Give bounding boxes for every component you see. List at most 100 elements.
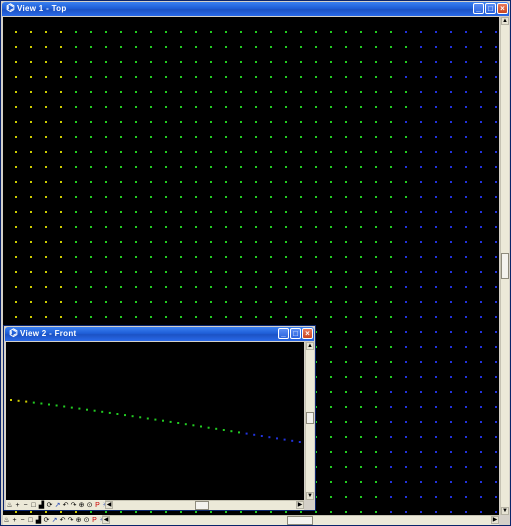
grid-point	[420, 46, 422, 48]
scroll-thumb[interactable]	[306, 412, 314, 424]
zoom-in-icon[interactable]: +	[11, 516, 18, 525]
grid-point	[255, 211, 257, 213]
scroll-up-arrow[interactable]: ▲	[306, 342, 314, 350]
pan-view-icon[interactable]: ↗	[51, 516, 58, 525]
view2-vertical-scrollbar[interactable]: ▲ ▼	[305, 342, 314, 500]
view2-title-bar[interactable]: ⌬ View 2 - Front _ □ ×	[5, 327, 314, 341]
grid-point	[375, 301, 377, 303]
grid-point	[480, 241, 482, 243]
grid-point	[135, 301, 137, 303]
grid-point	[150, 91, 152, 93]
zoom-out-icon[interactable]: −	[22, 501, 29, 510]
camera-settings-icon[interactable]: P	[91, 516, 98, 525]
grid-point	[60, 316, 62, 318]
grid-point	[375, 511, 377, 513]
grid-point	[435, 496, 437, 498]
grid-point	[405, 256, 407, 258]
minimize-button[interactable]: _	[473, 3, 484, 14]
update-view-icon[interactable]: ♨	[3, 516, 10, 525]
view-next-icon[interactable]: ↷	[70, 501, 77, 510]
grid-point	[90, 301, 92, 303]
grid-point	[30, 196, 32, 198]
view2-canvas[interactable]	[6, 342, 304, 500]
view-previous-icon[interactable]: ↶	[59, 516, 66, 525]
view1-horizontal-scrollbar[interactable]: ◀ ▶	[102, 515, 499, 525]
view1-title-bar[interactable]: ⌬ View 1 - Top _ □ ×	[2, 2, 509, 16]
grid-point	[105, 511, 107, 513]
grid-point	[360, 361, 362, 363]
close-button[interactable]: ×	[302, 328, 313, 339]
grid-point	[195, 181, 197, 183]
maximize-button[interactable]: □	[485, 3, 496, 14]
maximize-button[interactable]: □	[290, 328, 301, 339]
grid-point	[60, 226, 62, 228]
grid-point	[435, 46, 437, 48]
grid-point	[495, 271, 497, 273]
view-previous-icon[interactable]: ↶	[62, 501, 69, 510]
copy-view-icon[interactable]: ⊕	[78, 501, 85, 510]
grid-point	[300, 151, 302, 153]
grid-point	[270, 136, 272, 138]
grid-point	[375, 211, 377, 213]
grid-point	[180, 136, 182, 138]
grid-point	[330, 391, 332, 393]
zoom-out-icon[interactable]: −	[19, 516, 26, 525]
grid-point	[465, 511, 467, 513]
microstation-view-icon[interactable]: ⌬	[8, 328, 19, 339]
grid-point	[390, 481, 392, 483]
microstation-view-icon[interactable]: ⌬	[5, 3, 16, 14]
fit-view-icon[interactable]: ▟	[35, 516, 42, 525]
copy-view-icon[interactable]: ⊕	[75, 516, 82, 525]
scroll-up-arrow[interactable]: ▲	[501, 17, 509, 25]
rotate-view-icon[interactable]: ⟳	[43, 516, 50, 525]
grid-point	[315, 91, 317, 93]
profile-point	[200, 425, 202, 428]
scroll-right-arrow[interactable]: ▶	[296, 501, 304, 509]
grid-point	[345, 481, 347, 483]
view-attributes-icon[interactable]: ⊙	[83, 516, 90, 525]
grid-point	[75, 106, 77, 108]
scroll-thumb[interactable]	[195, 501, 209, 510]
scroll-left-arrow[interactable]: ◀	[102, 516, 110, 524]
grid-point	[375, 361, 377, 363]
view1-vertical-scrollbar[interactable]: ▲ ▼	[500, 17, 509, 515]
fit-view-icon[interactable]: ▟	[38, 501, 45, 510]
grid-point	[420, 166, 422, 168]
view-attributes-icon[interactable]: ⊙	[86, 501, 93, 510]
update-view-icon[interactable]: ♨	[6, 501, 13, 510]
grid-point	[420, 91, 422, 93]
view2-horizontal-scrollbar[interactable]: ◀ ▶	[105, 500, 304, 510]
scroll-down-arrow[interactable]: ▼	[501, 507, 509, 515]
scroll-thumb[interactable]	[287, 516, 313, 525]
close-button[interactable]: ×	[497, 3, 508, 14]
grid-point	[390, 286, 392, 288]
grid-point	[75, 301, 77, 303]
grid-point	[165, 316, 167, 318]
view-next-icon[interactable]: ↷	[67, 516, 74, 525]
minimize-button[interactable]: _	[278, 328, 289, 339]
grid-point	[465, 256, 467, 258]
window-area-icon[interactable]: □	[30, 501, 37, 510]
grid-point	[15, 136, 17, 138]
grid-point	[150, 301, 152, 303]
grid-point	[375, 226, 377, 228]
camera-settings-icon[interactable]: P	[94, 501, 101, 510]
grid-point	[390, 31, 392, 33]
scroll-thumb[interactable]	[501, 253, 509, 279]
grid-point	[75, 76, 77, 78]
grid-point	[15, 316, 17, 318]
window-area-icon[interactable]: □	[27, 516, 34, 525]
rotate-view-icon[interactable]: ⟳	[46, 501, 53, 510]
grid-point	[195, 301, 197, 303]
scroll-left-arrow[interactable]: ◀	[105, 501, 113, 509]
scroll-down-arrow[interactable]: ▼	[306, 492, 314, 500]
grid-point	[195, 271, 197, 273]
grid-point	[180, 211, 182, 213]
scroll-right-arrow[interactable]: ▶	[491, 516, 499, 524]
grid-point	[405, 466, 407, 468]
grid-point	[480, 196, 482, 198]
grid-point	[105, 46, 107, 48]
grid-point	[450, 151, 452, 153]
pan-view-icon[interactable]: ↗	[54, 501, 61, 510]
zoom-in-icon[interactable]: +	[14, 501, 21, 510]
